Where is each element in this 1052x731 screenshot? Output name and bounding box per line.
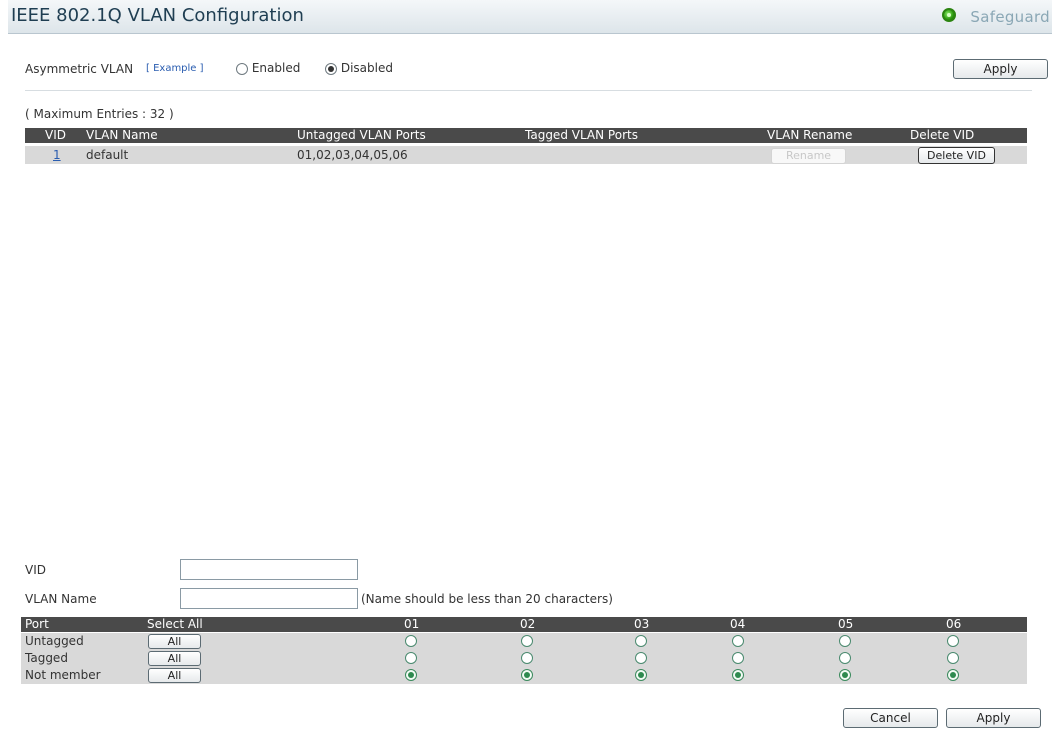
select-all-tagged-button[interactable]: All	[148, 651, 201, 666]
select-all-not-member-button[interactable]: All	[148, 668, 201, 683]
example-link[interactable]: [ Example ]	[146, 63, 204, 74]
untagged-port-05-radio[interactable]	[839, 635, 851, 647]
port-05-header: 05	[838, 617, 854, 631]
disabled-label: Disabled	[340, 61, 393, 75]
vlan-table-header: VID VLAN Name Untagged VLAN Ports Tagged…	[25, 128, 1027, 143]
safeguard-status-icon	[942, 8, 957, 22]
not-member-port-02-radio[interactable]	[521, 669, 533, 681]
col-vid: VID	[45, 128, 66, 142]
asymmetric-disabled-option[interactable]: Disabled	[325, 61, 393, 75]
port-row-label: Untagged	[25, 634, 84, 648]
vid-label: VID	[25, 563, 46, 577]
not-member-port-04-radio[interactable]	[732, 669, 744, 681]
delete-vid-button[interactable]: Delete VID	[918, 147, 995, 164]
disabled-radio[interactable]	[325, 62, 337, 75]
max-entries-label: ( Maximum Entries : 32 )	[25, 107, 174, 121]
select-all-col-header: Select All	[147, 617, 203, 631]
vlan-name-hint: (Name should be less than 20 characters)	[361, 592, 613, 606]
port-06-header: 06	[946, 617, 962, 631]
untagged-port-01-radio[interactable]	[405, 635, 417, 647]
vid-link[interactable]: 1	[53, 146, 61, 164]
apply-button[interactable]: Apply	[946, 708, 1041, 728]
table-row: 1 default 01,02,03,04,05,06	[25, 146, 1027, 164]
vlan-name-input[interactable]	[180, 588, 358, 609]
untagged-port-03-radio[interactable]	[635, 635, 647, 647]
tagged-port-01-radio[interactable]	[405, 652, 417, 664]
untagged-ports-cell: 01,02,03,04,05,06	[297, 148, 408, 162]
vid-input[interactable]	[180, 559, 358, 580]
not-member-port-06-radio[interactable]	[947, 669, 959, 681]
enabled-label: Enabled	[251, 61, 301, 75]
asymmetric-enabled-option[interactable]: Enabled	[236, 61, 300, 75]
port-04-header: 04	[730, 617, 746, 631]
untagged-port-02-radio[interactable]	[521, 635, 533, 647]
not-member-port-03-radio[interactable]	[635, 669, 647, 681]
rename-button[interactable]: Rename	[771, 148, 846, 164]
untagged-port-04-radio[interactable]	[732, 635, 744, 647]
col-vlan-rename: VLAN Rename	[767, 128, 853, 142]
safeguard-label: Safeguard	[970, 8, 1050, 26]
not-member-port-01-radio[interactable]	[405, 669, 417, 681]
asymmetric-apply-button[interactable]: Apply	[953, 59, 1048, 79]
safeguard-indicator: Safeguard	[942, 8, 1050, 28]
col-tagged-ports: Tagged VLAN Ports	[525, 128, 638, 142]
port-row-not-member: Not member All	[21, 667, 1027, 684]
col-untagged-ports: Untagged VLAN Ports	[297, 128, 426, 142]
port-01-header: 01	[404, 617, 420, 631]
tagged-port-05-radio[interactable]	[839, 652, 851, 664]
asymmetric-vlan-label: Asymmetric VLAN	[25, 62, 134, 76]
tagged-port-03-radio[interactable]	[635, 652, 647, 664]
vlan-name-label: VLAN Name	[25, 592, 97, 606]
tagged-port-02-radio[interactable]	[521, 652, 533, 664]
port-03-header: 03	[634, 617, 650, 631]
port-02-header: 02	[520, 617, 536, 631]
cancel-button[interactable]: Cancel	[843, 708, 938, 728]
port-table-header: Port Select All 01 02 03 04 05 06	[21, 617, 1027, 632]
port-row-label: Not member	[25, 668, 101, 682]
select-all-untagged-button[interactable]: All	[148, 634, 201, 649]
not-member-port-05-radio[interactable]	[839, 669, 851, 681]
divider	[25, 90, 1032, 91]
port-col-header: Port	[25, 617, 49, 631]
tagged-port-04-radio[interactable]	[732, 652, 744, 664]
port-row-untagged: Untagged All	[21, 633, 1027, 650]
tagged-port-06-radio[interactable]	[947, 652, 959, 664]
enabled-radio[interactable]	[236, 62, 248, 75]
untagged-port-06-radio[interactable]	[947, 635, 959, 647]
vlan-name-cell: default	[86, 148, 129, 162]
page-header: IEEE 802.1Q VLAN Configuration Safeguard	[8, 0, 1052, 34]
page-title: IEEE 802.1Q VLAN Configuration	[11, 5, 304, 26]
col-delete-vid: Delete VID	[910, 128, 975, 142]
port-row-tagged: Tagged All	[21, 650, 1027, 667]
port-row-label: Tagged	[25, 651, 68, 665]
col-vlan-name: VLAN Name	[86, 128, 158, 142]
